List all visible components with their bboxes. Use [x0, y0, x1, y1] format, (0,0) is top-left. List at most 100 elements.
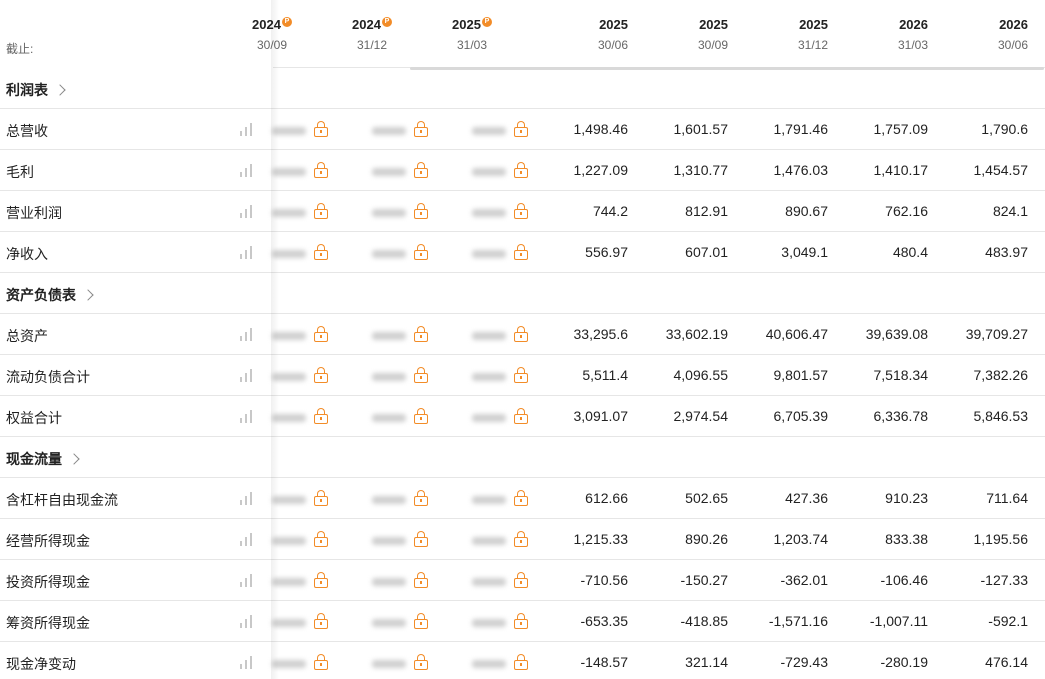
row-label[interactable]: 资产负债表 [6, 285, 94, 305]
lock-icon[interactable] [514, 572, 528, 588]
locked-value-cell[interactable] [372, 529, 442, 551]
lock-icon[interactable] [314, 531, 328, 547]
locked-value-cell[interactable] [372, 488, 442, 510]
value-cell: 910.23 [885, 490, 928, 506]
locked-value-cell[interactable] [272, 242, 342, 264]
blurred-value [372, 537, 406, 545]
locked-value-cell[interactable] [372, 365, 442, 387]
locked-value-cell[interactable] [272, 652, 342, 674]
chevron-right-icon[interactable] [54, 84, 66, 96]
value-cell: 3,049.1 [781, 244, 828, 260]
lock-icon[interactable] [414, 490, 428, 506]
lock-icon[interactable] [514, 654, 528, 670]
locked-value-cell[interactable] [372, 570, 442, 592]
chevron-right-icon[interactable] [68, 453, 80, 465]
lock-icon[interactable] [414, 572, 428, 588]
table-row: 总资产 33,295.6 33,602.19 40,606.47 39,639.08 39… [0, 314, 1045, 355]
value-cell: 39,709.27 [965, 326, 1028, 342]
lock-icon[interactable] [514, 408, 528, 424]
locked-value-cell[interactable] [272, 406, 342, 428]
lock-icon[interactable] [314, 162, 328, 178]
chart-icon[interactable] [240, 655, 256, 669]
lock-icon[interactable] [314, 326, 328, 342]
chart-icon[interactable] [240, 491, 256, 505]
locked-value-cell[interactable] [272, 611, 342, 633]
locked-value-cell[interactable] [272, 160, 342, 182]
column-year: 2024 [252, 17, 281, 32]
chart-icon[interactable] [240, 614, 256, 628]
lock-icon[interactable] [414, 121, 428, 137]
lock-icon[interactable] [514, 367, 528, 383]
lock-icon[interactable] [314, 572, 328, 588]
lock-icon[interactable] [514, 531, 528, 547]
lock-icon[interactable] [414, 613, 428, 629]
pro-badge-icon[interactable]: P [281, 17, 292, 27]
locked-value-cell[interactable] [372, 652, 442, 674]
lock-icon[interactable] [514, 121, 528, 137]
section-header-row[interactable]: 资产负债表 [0, 273, 1045, 314]
table-row: 营业利润 744.2 812.91 890.67 762.16 824.1 [0, 191, 1045, 232]
chevron-right-icon[interactable] [82, 289, 94, 301]
lock-icon[interactable] [514, 162, 528, 178]
locked-value-cell[interactable] [272, 365, 342, 387]
chart-icon[interactable] [240, 532, 256, 546]
chart-icon[interactable] [240, 163, 256, 177]
lock-icon[interactable] [314, 490, 328, 506]
pro-badge-icon[interactable]: P [381, 17, 392, 27]
section-header-row[interactable]: 现金流量 [0, 437, 1045, 478]
lock-icon[interactable] [414, 367, 428, 383]
lock-icon[interactable] [314, 121, 328, 137]
value-cell: -1,007.11 [869, 613, 928, 629]
locked-value-cell[interactable] [372, 611, 442, 633]
value-cell: 1,601.57 [673, 121, 729, 137]
chart-icon[interactable] [240, 368, 256, 382]
column-year: 2024 [352, 17, 381, 32]
locked-value-cell[interactable] [272, 324, 342, 346]
lock-icon[interactable] [314, 613, 328, 629]
locked-value-cell[interactable] [272, 488, 342, 510]
lock-icon[interactable] [414, 162, 428, 178]
chart-icon[interactable] [240, 409, 256, 423]
row-label[interactable]: 利润表 [6, 80, 66, 100]
lock-icon[interactable] [514, 326, 528, 342]
lock-icon[interactable] [314, 244, 328, 260]
locked-value-cell[interactable] [372, 324, 442, 346]
lock-icon[interactable] [414, 654, 428, 670]
blurred-value [272, 578, 306, 586]
lock-icon[interactable] [414, 326, 428, 342]
chart-icon[interactable] [240, 204, 256, 218]
pro-badge-icon[interactable]: P [481, 17, 492, 27]
lock-icon[interactable] [414, 408, 428, 424]
locked-value-cell[interactable] [372, 406, 442, 428]
locked-value-cell[interactable] [272, 119, 342, 141]
locked-value-cell[interactable] [272, 201, 342, 223]
locked-value-cell[interactable] [372, 119, 442, 141]
chart-icon[interactable] [240, 122, 256, 136]
locked-value-cell[interactable] [372, 201, 442, 223]
chart-icon[interactable] [240, 573, 256, 587]
value-cell: 476.14 [985, 654, 1028, 670]
row-label[interactable]: 现金流量 [6, 449, 80, 469]
lock-icon[interactable] [514, 490, 528, 506]
lock-icon[interactable] [314, 367, 328, 383]
lock-icon[interactable] [514, 203, 528, 219]
lock-icon[interactable] [314, 654, 328, 670]
value-cell: -280.19 [880, 654, 928, 670]
lock-icon[interactable] [414, 203, 428, 219]
locked-value-cell[interactable] [272, 570, 342, 592]
lock-icon[interactable] [514, 244, 528, 260]
section-header-row[interactable]: 利润表 [0, 68, 1045, 109]
lock-icon[interactable] [414, 531, 428, 547]
chart-icon[interactable] [240, 245, 256, 259]
lock-icon[interactable] [314, 408, 328, 424]
blurred-value [372, 168, 406, 176]
locked-value-cell[interactable] [372, 242, 442, 264]
lock-icon[interactable] [514, 613, 528, 629]
locked-value-cell[interactable] [272, 529, 342, 551]
lock-icon[interactable] [414, 244, 428, 260]
lock-icon[interactable] [314, 203, 328, 219]
column-header-2: 2025 P 31/03 [427, 16, 517, 52]
locked-value-cell[interactable] [372, 160, 442, 182]
chart-icon[interactable] [240, 327, 256, 341]
row-label: 权益合计 [6, 410, 62, 426]
